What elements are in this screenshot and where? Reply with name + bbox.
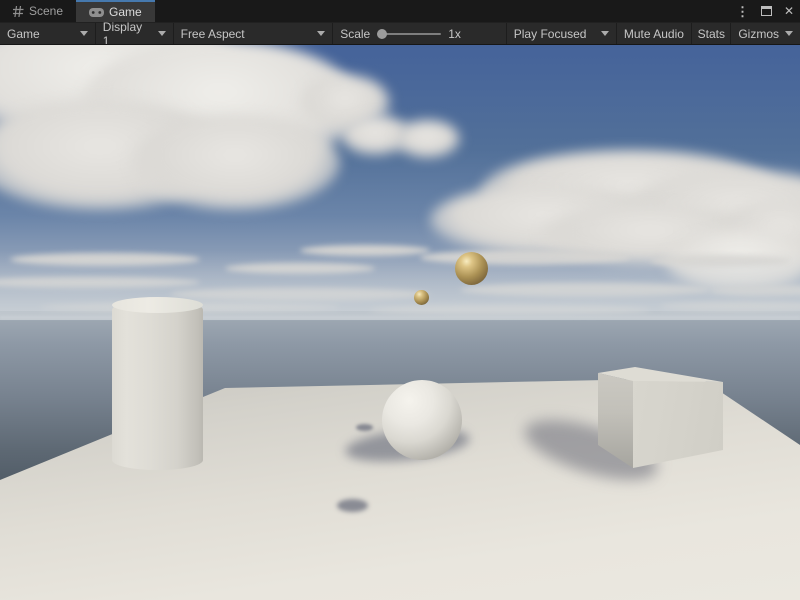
cylinder — [112, 300, 203, 470]
gizmos-dropdown[interactable]: Gizmos — [731, 23, 800, 44]
scale-slider[interactable] — [377, 33, 441, 35]
scale-control: Scale 1x — [333, 23, 507, 44]
chevron-down-icon — [158, 31, 166, 36]
display-dropdown[interactable]: Display 1 — [96, 23, 174, 44]
tab-game-label: Game — [109, 5, 142, 19]
gold-sphere-small — [414, 290, 429, 305]
game-render-viewport[interactable] — [0, 44, 800, 600]
cube — [598, 367, 723, 468]
scale-value: 1x — [448, 27, 461, 41]
tab-scene[interactable]: Scene — [0, 0, 76, 22]
play-focused-dropdown[interactable]: Play Focused — [507, 23, 617, 44]
maximize-icon[interactable] — [761, 6, 772, 16]
chevron-down-icon — [317, 31, 325, 36]
aspect-ratio-dropdown[interactable]: Free Aspect — [174, 23, 334, 44]
gold-sphere-large-shadow — [337, 499, 368, 512]
chevron-down-icon — [601, 31, 609, 36]
chevron-down-icon — [785, 31, 793, 36]
scale-label: Scale — [340, 27, 370, 41]
tab-game[interactable]: Game — [76, 0, 155, 22]
cloud — [130, 115, 340, 210]
cylinder-top-face — [112, 297, 203, 313]
tab-scene-label: Scene — [29, 4, 63, 18]
grid-icon — [13, 6, 24, 17]
cloud — [395, 120, 460, 158]
gold-sphere-small-shadow — [356, 424, 373, 431]
scale-slider-thumb[interactable] — [377, 29, 387, 39]
chevron-down-icon — [80, 31, 88, 36]
close-icon[interactable]: ✕ — [784, 5, 794, 17]
stats-button[interactable]: Stats — [692, 23, 731, 44]
game-view-toolbar: Game Display 1 Free Aspect Scale 1x Play… — [0, 22, 800, 44]
kebab-menu-icon[interactable]: ⋮ — [736, 5, 749, 18]
editor-tab-bar: Scene Game ⋮ ✕ — [0, 0, 800, 22]
gold-sphere-large — [455, 252, 488, 285]
gamepad-icon — [89, 8, 104, 17]
sphere — [382, 380, 462, 460]
game-mode-dropdown[interactable]: Game — [0, 23, 96, 44]
mute-audio-button[interactable]: Mute Audio — [617, 23, 693, 44]
window-controls: ⋮ ✕ — [736, 0, 794, 22]
